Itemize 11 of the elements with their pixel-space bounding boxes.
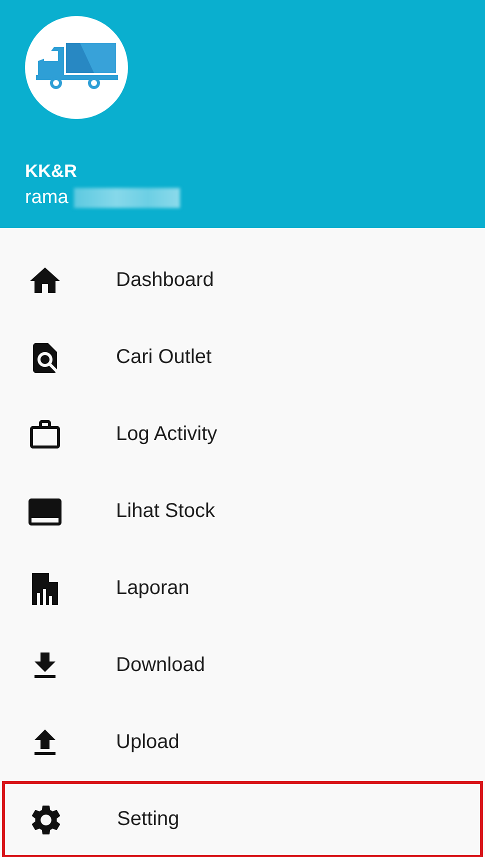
menu-item[interactable]: Download: [2, 627, 483, 704]
user-name: rama: [25, 187, 68, 209]
menu-item[interactable]: Laporan: [2, 550, 483, 627]
menu-item[interactable]: Dashboard: [2, 242, 483, 319]
report-icon: [32, 572, 58, 604]
menu-item[interactable]: Log Activity: [2, 396, 483, 473]
menu-item[interactable]: Lihat Stock: [2, 473, 483, 550]
menu-item[interactable]: Cari Outlet: [2, 319, 483, 396]
menu-item[interactable]: Setting: [2, 781, 483, 857]
company-name: KK&R: [25, 161, 78, 182]
menu-item[interactable]: Upload: [2, 704, 483, 781]
